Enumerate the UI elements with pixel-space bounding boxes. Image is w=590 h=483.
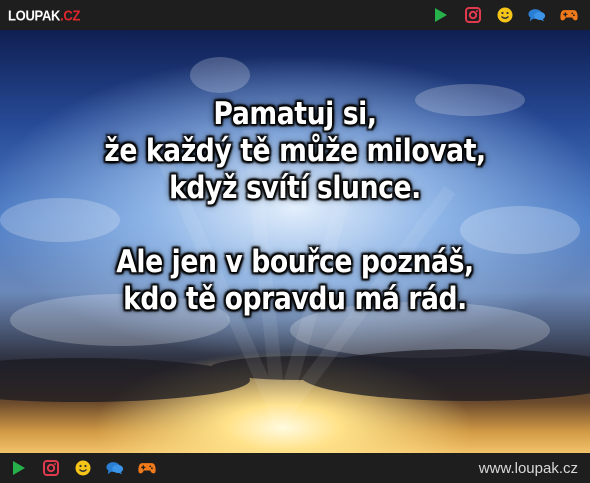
gamepad-icon[interactable] xyxy=(560,6,578,24)
play-icon[interactable] xyxy=(10,459,28,477)
bottom-social-icons xyxy=(10,459,156,477)
smiley-icon[interactable] xyxy=(496,6,514,24)
instagram-icon[interactable] xyxy=(464,6,482,24)
chat-bubbles-icon[interactable] xyxy=(106,459,124,477)
quote-line: že každý tě může milovat, xyxy=(104,133,486,169)
quote-line: Pamatuj si, xyxy=(213,96,377,132)
quote-text: Pamatuj si, že každý tě může milovat, kd… xyxy=(41,96,548,318)
top-social-icons xyxy=(432,6,578,24)
quote-line: když svítí slunce. xyxy=(169,170,421,206)
logo-tld: .CZ xyxy=(60,6,81,24)
site-url-link[interactable]: www.loupak.cz xyxy=(479,460,578,477)
quote-image: Pamatuj si, že každý tě může milovat, kd… xyxy=(0,30,590,453)
top-bar: LOUPAK .CZ xyxy=(0,0,590,30)
quote-line: Ale jen v bouřce poznáš, xyxy=(116,244,474,280)
gamepad-icon[interactable] xyxy=(138,459,156,477)
quote-spacer xyxy=(41,207,548,244)
play-icon[interactable] xyxy=(432,6,450,24)
quote-line: kdo tě opravdu má rád. xyxy=(123,281,467,317)
chat-bubbles-icon[interactable] xyxy=(528,6,546,24)
logo-text: LOUPAK xyxy=(8,6,61,24)
instagram-icon[interactable] xyxy=(42,459,60,477)
bottom-bar: www.loupak.cz xyxy=(0,453,590,483)
site-logo[interactable]: LOUPAK .CZ xyxy=(8,6,80,23)
smiley-icon[interactable] xyxy=(74,459,92,477)
